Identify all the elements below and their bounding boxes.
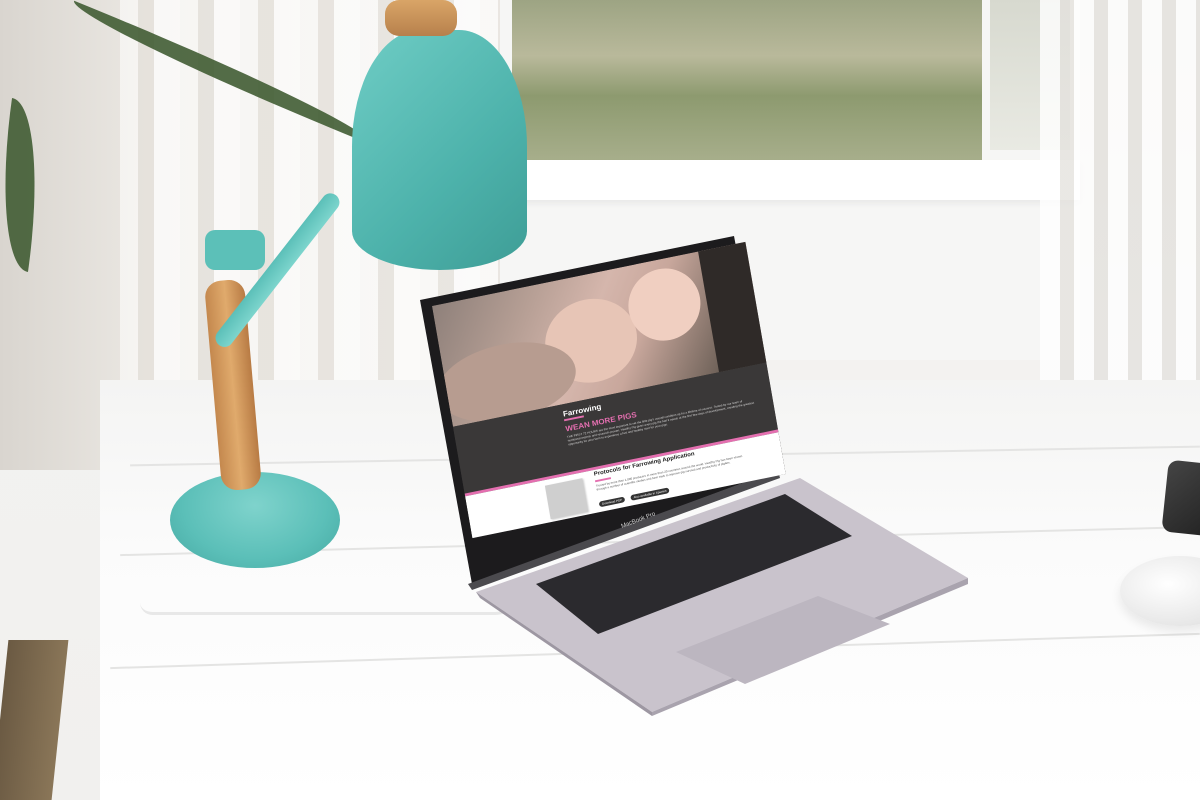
photo-scene: MacBook Pro Farrowing WEAN MORE PIGS THE… [0, 0, 1200, 800]
laptop: MacBook Pro [420, 236, 968, 716]
